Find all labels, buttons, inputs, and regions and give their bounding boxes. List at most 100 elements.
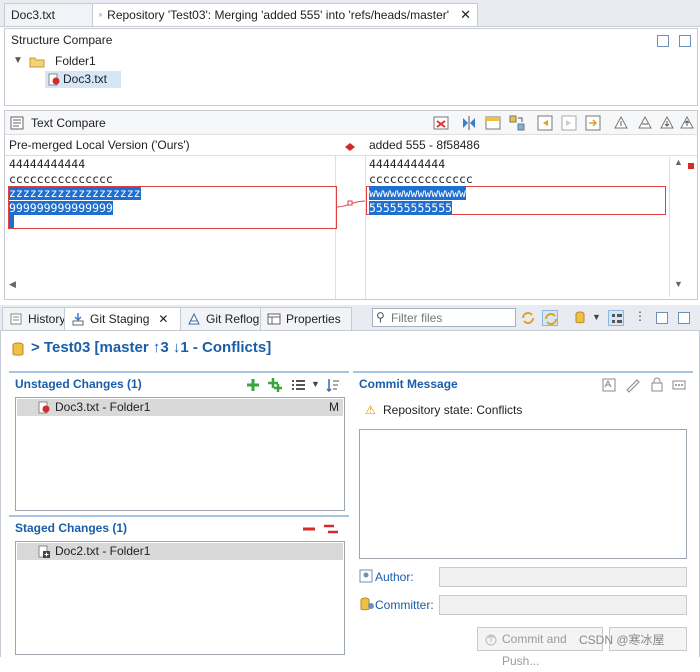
copy-change-icon[interactable] — [585, 115, 601, 131]
compare-headers: Pre-merged Local Version ('Ours') added … — [5, 135, 697, 156]
repo-header-icon — [12, 342, 24, 356]
folder-icon — [29, 57, 45, 68]
commit-section: Commit Message ⚠ Repository state: Confl… — [353, 371, 693, 668]
warning-icon: ⚠ — [365, 403, 376, 417]
list-item[interactable]: Doc2.txt - Folder1 — [17, 543, 343, 560]
refresh-icon[interactable] — [520, 310, 536, 326]
copy-all-left-to-right-icon[interactable] — [461, 115, 477, 131]
ignore-whitespace-icon[interactable] — [433, 115, 449, 131]
overview-ruler[interactable]: ▲ ▼ — [669, 157, 695, 297]
close-icon[interactable]: ✕ — [460, 4, 471, 26]
filter-files-input[interactable]: ⚲ Filter files — [372, 308, 516, 327]
committer-field[interactable] — [439, 595, 687, 615]
commit-title: Commit Message — [359, 377, 458, 391]
added-file-icon — [38, 545, 50, 558]
repository-dropdown-icon[interactable]: ▼ — [592, 312, 601, 322]
tree-file-label: Doc3.txt — [63, 72, 108, 86]
stage-selected-icon[interactable] — [245, 377, 261, 393]
search-icon: ⚲ — [376, 310, 385, 324]
change-id-icon[interactable] — [671, 377, 687, 393]
presentation-icon[interactable] — [608, 310, 624, 326]
copy-current-change-left-icon[interactable] — [537, 115, 553, 131]
filter-files-placeholder: Filter files — [391, 311, 443, 325]
scroll-up-icon[interactable]: ▲ — [674, 157, 683, 167]
layout-dropdown-icon[interactable]: ▼ — [311, 379, 320, 389]
commit-message-input[interactable] — [359, 429, 687, 559]
maximize-view-button[interactable] — [678, 312, 690, 324]
tree-folder-label[interactable]: Folder1 — [55, 54, 96, 68]
history-icon — [10, 313, 22, 325]
staged-list[interactable]: Doc2.txt - Folder1 — [15, 541, 345, 655]
view-menu-icon[interactable]: ⋮ — [634, 309, 646, 323]
right-divider — [365, 156, 366, 299]
unstaged-item-label: Doc3.txt - Folder1 — [55, 400, 151, 414]
conflict-file-icon — [38, 401, 50, 414]
structure-compare-pane: Structure Compare ▼ Folder1 Doc3.txt — [4, 28, 698, 106]
repository-header: > Test03 [master ↑3 ↓1 - Conflicts] — [31, 339, 272, 356]
git-staging-view: > Test03 [master ↑3 ↓1 - Conflicts] Unst… — [0, 331, 700, 668]
repository-icon[interactable] — [572, 310, 588, 326]
add-signed-off-icon[interactable] — [649, 377, 665, 393]
tab-git-reflog[interactable]: Git Reflog — [180, 307, 272, 330]
compare-icon — [99, 13, 103, 17]
commit-push-icon — [485, 634, 497, 646]
tab-git-staging[interactable]: Git Staging ✕ — [64, 307, 192, 330]
unstaged-section: Unstaged Changes (1) ▼ Doc3.txt - Folder… — [9, 371, 349, 515]
watermark: CSDN @寒冰屋 — [579, 633, 665, 647]
unstage-all-icon[interactable] — [323, 521, 339, 537]
previous-change-icon[interactable] — [679, 115, 695, 131]
conflict-marker-icon — [345, 140, 355, 151]
previous-difference-icon[interactable] — [637, 115, 653, 131]
repository-state: Repository state: Conflicts — [383, 403, 523, 417]
copy-current-change-right-icon[interactable] — [561, 115, 577, 131]
list-item[interactable]: Doc3.txt - Folder1 M — [17, 399, 343, 416]
scroll-down-icon[interactable]: ▼ — [674, 279, 683, 289]
conflict-file-icon — [48, 73, 60, 86]
editor-tab-bar: Doc3.txt Repository 'Test03': Merging 'a… — [0, 0, 700, 27]
right-text-area[interactable]: 44444444444 ccccccccccccccc wwwwwwwwwwww… — [369, 157, 665, 297]
list-layout-icon[interactable] — [291, 377, 307, 393]
text-compare-pane: Text Compare Pre-merged Local Version ('… — [4, 110, 698, 300]
unstaged-item-status: M — [329, 400, 339, 414]
show-ancestor-icon[interactable] — [485, 115, 501, 131]
close-icon[interactable]: ✕ — [158, 308, 168, 330]
collapse-all-button[interactable] — [657, 35, 669, 47]
stage-all-icon[interactable] — [267, 377, 283, 393]
right-pane-header: added 555 - 8f58486 — [369, 138, 480, 152]
text-compare-toolbar: Text Compare — [5, 111, 697, 135]
tab-git-reflog-label: Git Reflog — [206, 312, 260, 326]
conflict-ruler-marker — [688, 163, 694, 169]
author-field[interactable] — [439, 567, 687, 587]
staged-section: Staged Changes (1) Doc2.txt - Folder1 — [9, 515, 349, 657]
scroll-left-icon[interactable]: ◀ — [9, 279, 19, 293]
next-difference-icon[interactable] — [613, 115, 629, 131]
right-line-2: ccccccccccccccc — [369, 171, 473, 186]
tab-doc3[interactable]: Doc3.txt — [4, 3, 104, 26]
tree-file-row[interactable]: Doc3.txt — [45, 71, 121, 88]
unstage-selected-icon[interactable] — [301, 521, 317, 537]
staged-title: Staged Changes (1) — [15, 521, 128, 535]
text-compare-title: Text Compare — [31, 116, 106, 130]
staged-item-label: Doc2.txt - Folder1 — [55, 544, 151, 558]
minimize-view-button[interactable] — [656, 312, 668, 324]
properties-icon — [267, 313, 281, 325]
right-line-1: 44444444444 — [369, 157, 446, 171]
tab-history-label: History — [28, 312, 66, 326]
spellcheck-icon[interactable] — [601, 377, 617, 393]
reflog-icon — [188, 312, 200, 325]
switch-panes-icon[interactable] — [509, 115, 525, 131]
view-tab-bar: History Git Staging ✕ Git Reflog Propert… — [0, 305, 700, 331]
link-selection-icon[interactable] — [542, 310, 558, 326]
tab-merge-label: Repository 'Test03': Merging 'added 555'… — [107, 8, 450, 22]
tab-merge-editor[interactable]: Repository 'Test03': Merging 'added 555'… — [92, 3, 478, 26]
unstaged-list[interactable]: Doc3.txt - Folder1 M — [15, 397, 345, 511]
author-icon — [359, 569, 373, 583]
tab-properties[interactable]: Properties — [260, 307, 352, 330]
expand-all-button[interactable] — [679, 35, 691, 47]
chevron-down-icon[interactable]: ▼ — [13, 55, 23, 66]
next-change-icon[interactable] — [659, 115, 675, 131]
tab-git-staging-label: Git Staging — [90, 312, 150, 326]
sort-icon[interactable] — [325, 377, 341, 393]
left-conflict-box — [8, 186, 337, 229]
sign-off-icon[interactable] — [625, 377, 641, 393]
